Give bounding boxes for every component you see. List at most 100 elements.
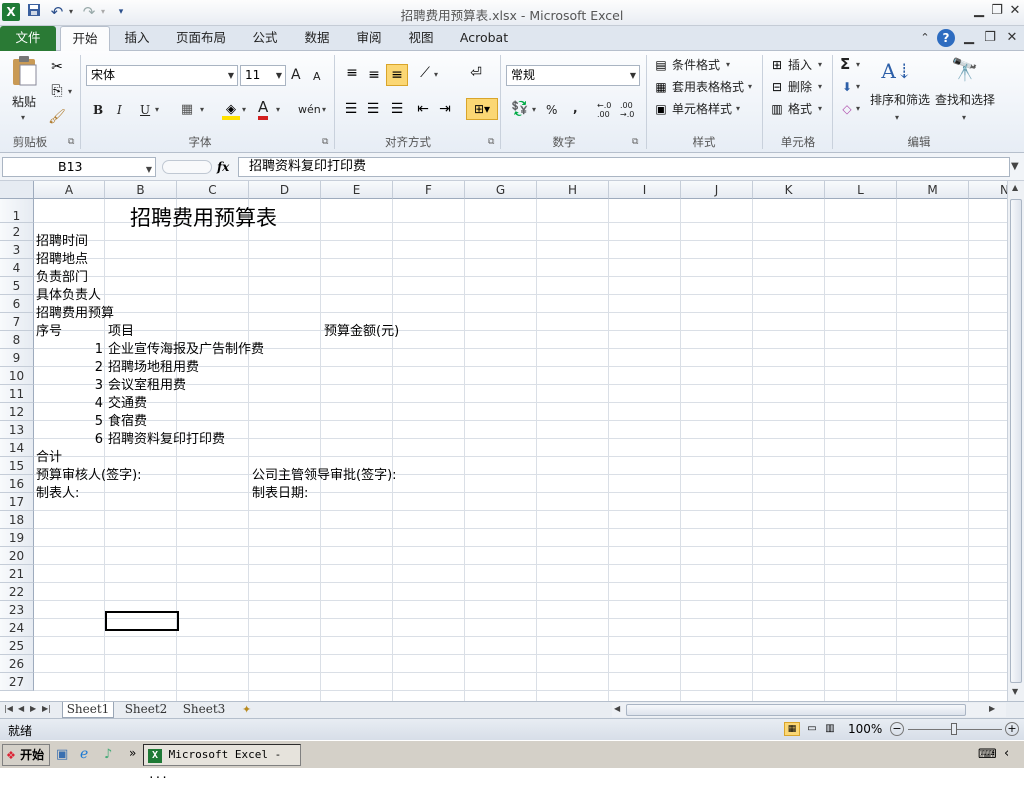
align-center-icon[interactable]: ☰ <box>364 99 382 119</box>
ribbon-collapse-icon[interactable]: ⌃ <box>916 29 934 47</box>
column-header-L[interactable]: L <box>825 181 897 199</box>
sheet-tab-3[interactable]: Sheet3 <box>178 702 230 718</box>
column-header-K[interactable]: K <box>753 181 825 199</box>
cell-styles-button[interactable]: 单元格样式 <box>672 100 732 118</box>
align-bottom-icon[interactable]: ≡ <box>386 64 408 86</box>
cell-A5[interactable]: 具体负责人 <box>36 287 101 305</box>
row-header-17[interactable]: 17 <box>0 493 34 511</box>
row-header-18[interactable]: 18 <box>0 511 34 529</box>
quicklaunch-more-icon[interactable]: » <box>129 746 136 760</box>
column-header-C[interactable]: C <box>177 181 249 199</box>
cell-A8[interactable]: 1 <box>34 341 103 359</box>
percent-style-button[interactable]: % <box>546 101 557 119</box>
delete-cells-button[interactable]: 删除 <box>788 78 812 96</box>
conditional-format-button[interactable]: 条件格式 <box>672 56 720 74</box>
row-header-3[interactable]: 3 <box>0 241 34 259</box>
cut-icon[interactable]: ✂ <box>48 57 66 77</box>
paste-icon[interactable] <box>8 55 42 89</box>
cell-A7[interactable]: 序号 <box>36 323 62 341</box>
row-header-12[interactable]: 12 <box>0 403 34 421</box>
scroll-up-icon[interactable]: ▲ <box>1012 183 1018 192</box>
copy-dropdown-icon[interactable]: ▾ <box>68 83 72 101</box>
wrap-text-icon[interactable]: ⏎ <box>466 63 486 83</box>
merge-center-icon[interactable]: ⊞▾ <box>466 98 498 120</box>
align-right-icon[interactable]: ☰ <box>388 99 406 119</box>
font-name-combo[interactable]: 宋体 ▼ <box>86 65 238 86</box>
delete-dropdown-icon[interactable]: ▾ <box>818 78 822 96</box>
keyboard-tray-icon[interactable]: ⌨ <box>978 747 997 762</box>
borders-dropdown-icon[interactable]: ▾ <box>200 101 204 119</box>
row-header-2[interactable]: 2 <box>0 223 34 241</box>
find-select-icon[interactable]: 🔭 <box>948 55 982 89</box>
font-launcher-icon[interactable]: ⧉ <box>322 137 328 147</box>
fill-color-icon[interactable]: ◈ <box>222 100 240 120</box>
tab-formulas[interactable]: 公式 <box>244 26 286 51</box>
accounting-dropdown-icon[interactable]: ▾ <box>532 101 536 119</box>
number-launcher-icon[interactable]: ⧉ <box>632 137 638 147</box>
tab-review[interactable]: 审阅 <box>348 26 390 51</box>
align-top-icon[interactable]: ≡ <box>342 63 362 83</box>
select-all-button[interactable] <box>0 181 34 199</box>
insert-sheet-icon[interactable]: ✦ <box>242 703 258 716</box>
orientation-dropdown-icon[interactable]: ▾ <box>434 66 438 84</box>
cell-A2[interactable]: 招聘时间 <box>36 233 88 251</box>
column-header-M[interactable]: M <box>897 181 969 199</box>
row-header-19[interactable]: 19 <box>0 529 34 547</box>
format-cells-icon[interactable]: ▥ <box>768 99 786 119</box>
horizontal-scroll-thumb[interactable] <box>626 704 966 716</box>
format-as-table-icon[interactable]: ▦ <box>652 77 670 97</box>
format-dropdown-icon[interactable]: ▾ <box>818 100 822 118</box>
prev-sheet-icon[interactable]: ◀ <box>18 704 24 713</box>
row-header-22[interactable]: 22 <box>0 583 34 601</box>
column-header-J[interactable]: J <box>681 181 753 199</box>
cell-D15[interactable]: 公司主管领导审批(签字): <box>252 467 397 485</box>
normal-view-icon[interactable]: ▦ <box>784 722 800 736</box>
workbook-close-icon[interactable]: ✕ <box>1003 29 1021 47</box>
taskbar-excel-window[interactable]: X Microsoft Excel - ... <box>143 744 301 781</box>
row-header-14[interactable]: 14 <box>0 439 34 457</box>
alignment-launcher-icon[interactable]: ⧉ <box>488 137 494 147</box>
row-header-11[interactable]: 11 <box>0 385 34 403</box>
sort-filter-dropdown-icon[interactable]: ▾ <box>895 109 899 127</box>
column-header-F[interactable]: F <box>393 181 465 199</box>
row-header-24[interactable]: 24 <box>0 619 34 637</box>
font-size-combo[interactable]: 11 ▼ <box>240 65 286 86</box>
cell-A11[interactable]: 4 <box>34 395 103 413</box>
borders-icon[interactable]: ▦ <box>178 100 196 120</box>
column-header-G[interactable]: G <box>465 181 537 199</box>
quicklaunch-desktop-icon[interactable]: ▣ <box>56 747 68 762</box>
decrease-decimal-button[interactable]: .00 →.0 <box>620 101 640 119</box>
first-sheet-icon[interactable]: |◀ <box>4 704 13 713</box>
scroll-down-icon[interactable]: ▼ <box>1012 687 1018 696</box>
italic-button[interactable]: I <box>117 101 122 119</box>
format-cells-button[interactable]: 格式 <box>788 100 812 118</box>
sort-filter-icon[interactable]: A⇣ <box>880 55 914 89</box>
cell-A6[interactable]: 招聘费用预算 <box>36 305 114 323</box>
quicklaunch-media-icon[interactable]: ♪ <box>104 747 112 762</box>
page-break-view-icon[interactable]: ▥ <box>822 722 838 736</box>
vertical-scrollbar[interactable]: ▲ ▼ <box>1007 181 1024 701</box>
align-left-icon[interactable]: ☰ <box>342 99 360 119</box>
cell-A9[interactable]: 2 <box>34 359 103 377</box>
shrink-font-button[interactable]: A <box>313 68 321 86</box>
cell-B9[interactable]: 招聘场地租用费 <box>108 359 199 377</box>
decrease-indent-icon[interactable]: ⇤ <box>414 99 432 119</box>
row-header-4[interactable]: 4 <box>0 259 34 277</box>
tray-expand-icon[interactable]: ‹ <box>1004 746 1009 761</box>
workbook-restore-icon[interactable]: ❐ <box>981 29 999 47</box>
vertical-scroll-thumb[interactable] <box>1010 199 1022 683</box>
cell-A4[interactable]: 负责部门 <box>36 269 88 287</box>
autosum-button[interactable]: Σ <box>840 55 850 73</box>
cell-A10[interactable]: 3 <box>34 377 103 395</box>
cell-A13[interactable]: 6 <box>34 431 103 449</box>
column-header-N[interactable]: N <box>969 181 1007 199</box>
row-header-10[interactable]: 10 <box>0 367 34 385</box>
row-header-1[interactable]: 1 <box>0 199 34 223</box>
tab-data[interactable]: 数据 <box>296 26 338 51</box>
row-header-5[interactable]: 5 <box>0 277 34 295</box>
bold-button[interactable]: B <box>93 101 103 119</box>
phonetic-button[interactable]: wén <box>298 101 321 119</box>
orientation-icon[interactable]: ⟋ <box>416 63 434 83</box>
row-header-9[interactable]: 9 <box>0 349 34 367</box>
row-header-7[interactable]: 7 <box>0 313 34 331</box>
